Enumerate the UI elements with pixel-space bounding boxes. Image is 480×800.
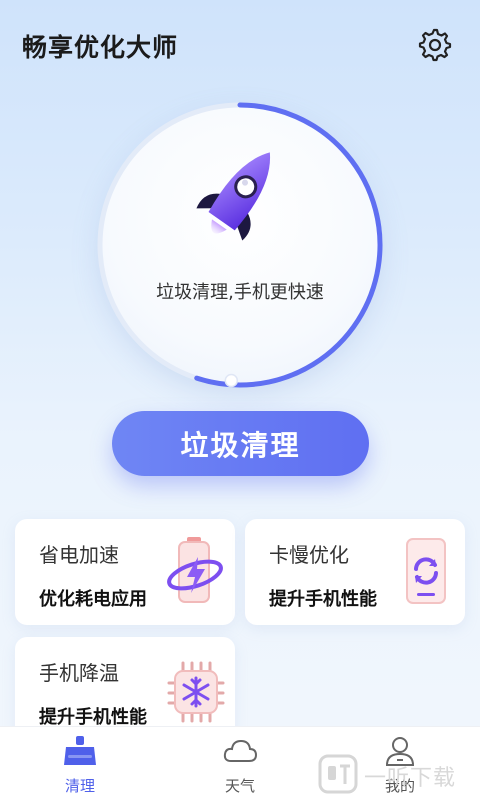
tab-clean[interactable]: 清理	[30, 727, 130, 800]
card-power-saving[interactable]: 省电加速 优化耗电应用	[15, 519, 235, 625]
tab-label: 天气	[224, 777, 255, 795]
broom-icon	[64, 736, 96, 765]
card-subtitle: 优化耗电应用	[39, 589, 147, 610]
watermark: 一听下载	[316, 752, 476, 796]
card-lag-optimize[interactable]: 卡慢优化 提升手机性能	[245, 519, 465, 625]
gear-icon	[418, 28, 452, 62]
phone-refresh-icon	[406, 538, 446, 604]
snowflake-chip-icon	[167, 661, 225, 723]
card-subtitle: 提升手机性能	[269, 589, 377, 610]
cloud-icon	[223, 739, 258, 762]
app-header: 畅享优化大师	[0, 0, 480, 90]
junk-clean-button[interactable]: 垃圾清理	[112, 411, 369, 476]
tab-label: 清理	[64, 777, 95, 795]
watermark-text: 一听下载	[364, 766, 457, 791]
cleanup-dial[interactable]: 垃圾清理,手机更快速	[90, 95, 390, 395]
battery-icon	[167, 537, 223, 603]
card-title: 手机降温	[39, 661, 119, 685]
tab-weather[interactable]: 天气	[190, 727, 290, 800]
settings-button[interactable]	[418, 28, 452, 62]
watermark-logo-icon	[318, 754, 358, 794]
progress-knob	[224, 373, 239, 388]
card-title: 卡慢优化	[269, 543, 349, 567]
card-title: 省电加速	[39, 543, 119, 567]
dial-tagline: 垃圾清理,手机更快速	[156, 282, 324, 303]
app-title: 畅享优化大师	[22, 33, 179, 62]
rocket-icon	[196, 152, 271, 241]
